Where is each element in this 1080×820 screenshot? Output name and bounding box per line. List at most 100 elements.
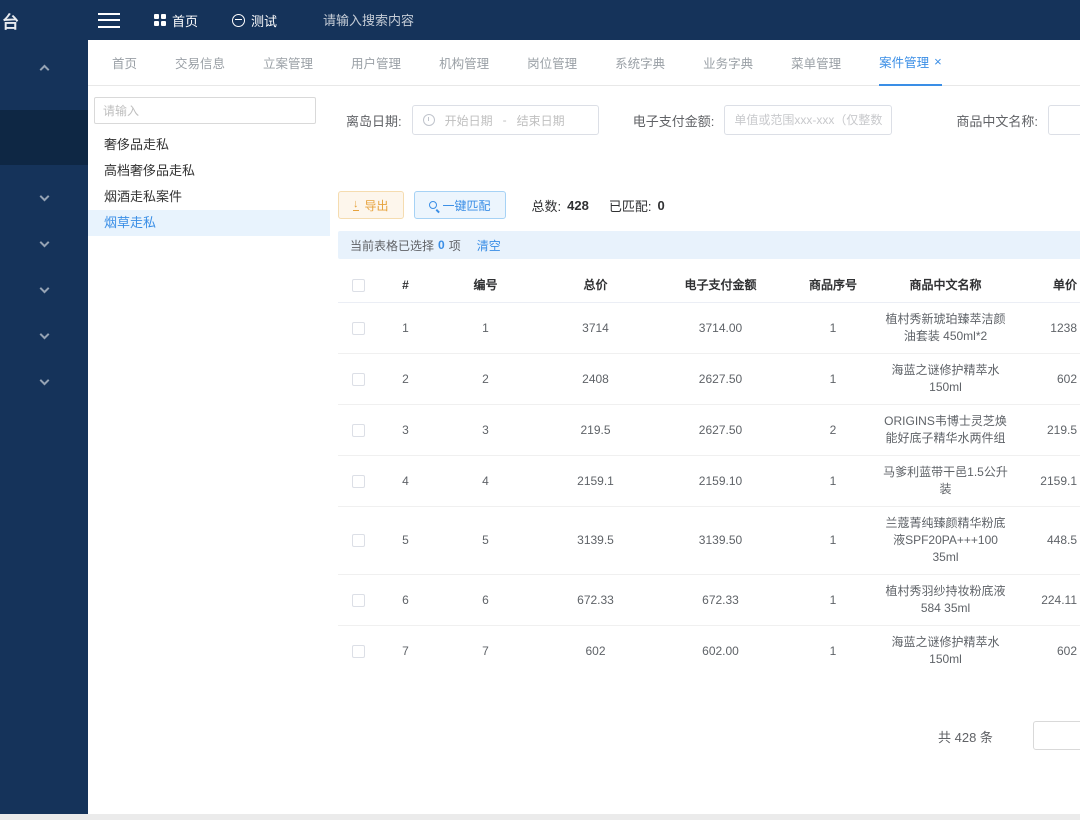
clock-icon xyxy=(423,114,435,126)
cell-name: ORIGINS韦博士灵芝焕能好底子精华水两件组 xyxy=(878,405,1013,456)
cell-unit: 224.11 xyxy=(1013,575,1080,626)
selection-count: 0 xyxy=(438,238,445,252)
cell-payment: 3139.50 xyxy=(653,507,788,575)
sidebar-item-2[interactable] xyxy=(0,110,88,165)
table-row: 77602602.001海蓝之谜修护精萃水 150ml602 xyxy=(338,626,1080,676)
row-checkbox[interactable] xyxy=(352,594,365,607)
tab-label: 案件管理 xyxy=(879,52,929,71)
tab-8[interactable]: 业务字典 xyxy=(703,40,753,86)
cell-code: 4 xyxy=(433,456,538,507)
top-navbar: 台 首页 测试 xyxy=(0,0,1080,40)
menu-toggle-icon[interactable] xyxy=(98,13,120,28)
name-filter-input[interactable] xyxy=(1048,105,1080,135)
tree-item-3[interactable]: 烟酒走私案件 xyxy=(88,184,330,210)
amount-filter-input[interactable] xyxy=(724,105,892,135)
tab-2[interactable]: 交易信息 xyxy=(175,40,225,86)
clear-selection-link[interactable]: 清空 xyxy=(477,237,501,254)
tree-item-4[interactable]: 烟草走私 xyxy=(88,210,330,236)
pagination-total: 共 428 条 xyxy=(938,727,993,746)
tab-6[interactable]: 岗位管理 xyxy=(527,40,577,86)
cell-code: 1 xyxy=(433,303,538,354)
cell-serial: 1 xyxy=(788,626,878,676)
cell-serial: 2 xyxy=(788,405,878,456)
sidebar-item-4[interactable] xyxy=(0,219,88,265)
cell-index: 2 xyxy=(378,354,433,405)
cell-payment: 2627.50 xyxy=(653,405,788,456)
cell-index: 5 xyxy=(378,507,433,575)
cell-index: 6 xyxy=(378,575,433,626)
sidebar-item-5[interactable] xyxy=(0,265,88,311)
cell-payment: 2159.10 xyxy=(653,456,788,507)
one-click-match-button[interactable]: 一键匹配 xyxy=(414,191,506,219)
tab-9[interactable]: 菜单管理 xyxy=(791,40,841,86)
filter-bar: 离岛日期: 开始日期 - 结束日期 电子支付金额: 商品中文名称: xyxy=(330,105,1080,135)
cell-code: 5 xyxy=(433,507,538,575)
tab-1[interactable]: 首页 xyxy=(112,40,137,86)
match-button-label: 一键匹配 xyxy=(443,197,491,214)
chevron-down-icon xyxy=(39,329,49,339)
tab-label: 首页 xyxy=(112,53,137,72)
date-range-picker[interactable]: 开始日期 - 结束日期 xyxy=(412,105,599,135)
row-checkbox[interactable] xyxy=(352,645,365,658)
cell-serial: 1 xyxy=(788,303,878,354)
tab-label: 业务字典 xyxy=(703,53,753,72)
row-checkbox[interactable] xyxy=(352,322,365,335)
export-button[interactable]: ↓ 导出 xyxy=(338,191,404,219)
cell-payment: 3714.00 xyxy=(653,303,788,354)
cell-total: 2159.1 xyxy=(538,456,653,507)
selection-text-after: 项 xyxy=(449,237,461,254)
nav-test-label: 测试 xyxy=(251,11,277,30)
cell-payment: 602.00 xyxy=(653,626,788,676)
column-header-2: 编号 xyxy=(433,267,538,303)
table-header-row: #编号总价电子支付金额商品序号商品中文名称单价 xyxy=(338,267,1080,303)
cell-serial: 1 xyxy=(788,575,878,626)
action-bar: ↓ 导出 一键匹配 总数: 428 已匹配: 0 xyxy=(330,191,1080,219)
sidebar-item-3[interactable] xyxy=(0,173,88,219)
sidebar-item-7[interactable] xyxy=(0,357,88,403)
nav-home[interactable]: 首页 xyxy=(154,11,198,30)
global-search-input[interactable] xyxy=(323,13,563,28)
cell-payment: 2627.50 xyxy=(653,354,788,405)
tab-10[interactable]: 案件管理 × xyxy=(879,40,942,86)
cell-serial: 1 xyxy=(788,456,878,507)
row-checkbox[interactable] xyxy=(352,475,365,488)
cell-unit: 219.5 xyxy=(1013,405,1080,456)
nav-home-label: 首页 xyxy=(172,11,198,30)
tab-4[interactable]: 用户管理 xyxy=(351,40,401,86)
cell-total: 602 xyxy=(538,626,653,676)
tree-item-1[interactable]: 奢侈品走私 xyxy=(88,132,330,158)
nav-test[interactable]: 测试 xyxy=(232,11,277,30)
tab-7[interactable]: 系统字典 xyxy=(615,40,665,86)
row-checkbox[interactable] xyxy=(352,373,365,386)
cell-total: 2408 xyxy=(538,354,653,405)
sidebar-item-6[interactable] xyxy=(0,311,88,357)
cell-name: 植村秀羽纱持妆粉底液 584 35ml xyxy=(878,575,1013,626)
cell-name: 海蓝之谜修护精萃水 150ml xyxy=(878,626,1013,676)
date-filter-label: 离岛日期: xyxy=(346,111,402,130)
cell-total: 672.33 xyxy=(538,575,653,626)
chevron-down-icon xyxy=(39,237,49,247)
cell-name: 植村秀新琥珀臻萃洁颜油套装 450ml*2 xyxy=(878,303,1013,354)
select-all-checkbox[interactable] xyxy=(352,279,365,292)
row-checkbox[interactable] xyxy=(352,534,365,547)
results-table: #编号总价电子支付金额商品序号商品中文名称单价 1137143714.001植村… xyxy=(338,267,1080,675)
tab-5[interactable]: 机构管理 xyxy=(439,40,489,86)
table-row: 33219.52627.502ORIGINS韦博士灵芝焕能好底子精华水两件组21… xyxy=(338,405,1080,456)
page-size-select[interactable] xyxy=(1033,721,1080,750)
sidebar-item-1[interactable] xyxy=(0,46,88,92)
row-checkbox[interactable] xyxy=(352,424,365,437)
tree-item-2[interactable]: 高档奢侈品走私 xyxy=(88,158,330,184)
search-icon xyxy=(429,201,437,209)
total-label: 总数: xyxy=(532,196,562,215)
tab-label: 立案管理 xyxy=(263,53,313,72)
tab-close-icon[interactable]: × xyxy=(934,54,942,69)
grid-icon xyxy=(154,14,166,26)
cell-name: 海蓝之谜修护精萃水 150ml xyxy=(878,354,1013,405)
bottom-strip xyxy=(0,814,1080,820)
date-end-placeholder: 结束日期 xyxy=(517,112,565,129)
column-header-5: 商品序号 xyxy=(788,267,878,303)
tab-3[interactable]: 立案管理 xyxy=(263,40,313,86)
cell-total: 3139.5 xyxy=(538,507,653,575)
tree-search-input[interactable] xyxy=(94,97,316,124)
cell-unit: 602 xyxy=(1013,354,1080,405)
